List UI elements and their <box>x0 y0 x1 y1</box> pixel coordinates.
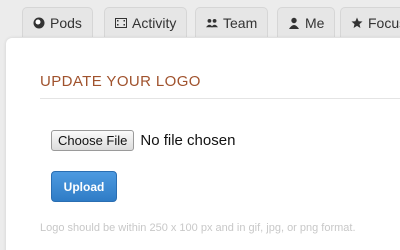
tab-label: Activity <box>132 14 177 31</box>
tab-label: Focus <box>368 14 400 31</box>
user-icon <box>288 17 300 29</box>
team-icon <box>206 17 218 29</box>
upload-button[interactable]: Upload <box>51 171 117 202</box>
film-icon <box>115 17 127 29</box>
file-input[interactable]: Choose File No file chosen <box>51 129 235 151</box>
tab-bar: Pods Activity Team Me Focus <box>0 0 400 40</box>
star-icon <box>351 17 363 29</box>
tab-label: Pods <box>50 14 82 31</box>
file-status: No file chosen <box>140 131 236 149</box>
tab-activity[interactable]: Activity <box>104 7 188 37</box>
tab-focus[interactable]: Focus <box>340 7 400 37</box>
tab-me[interactable]: Me <box>277 7 336 37</box>
tab-label: Team <box>223 14 258 31</box>
logo-size-hint: Logo should be within 250 x 100 px and i… <box>40 222 356 234</box>
choose-file-button[interactable]: Choose File <box>51 129 135 151</box>
tab-label: Me <box>305 14 325 31</box>
tab-team[interactable]: Team <box>195 7 269 37</box>
section-title: UPDATE YOUR LOGO <box>40 73 201 90</box>
tab-pods[interactable]: Pods <box>22 7 93 37</box>
pods-icon <box>33 17 45 29</box>
divider <box>40 98 400 99</box>
